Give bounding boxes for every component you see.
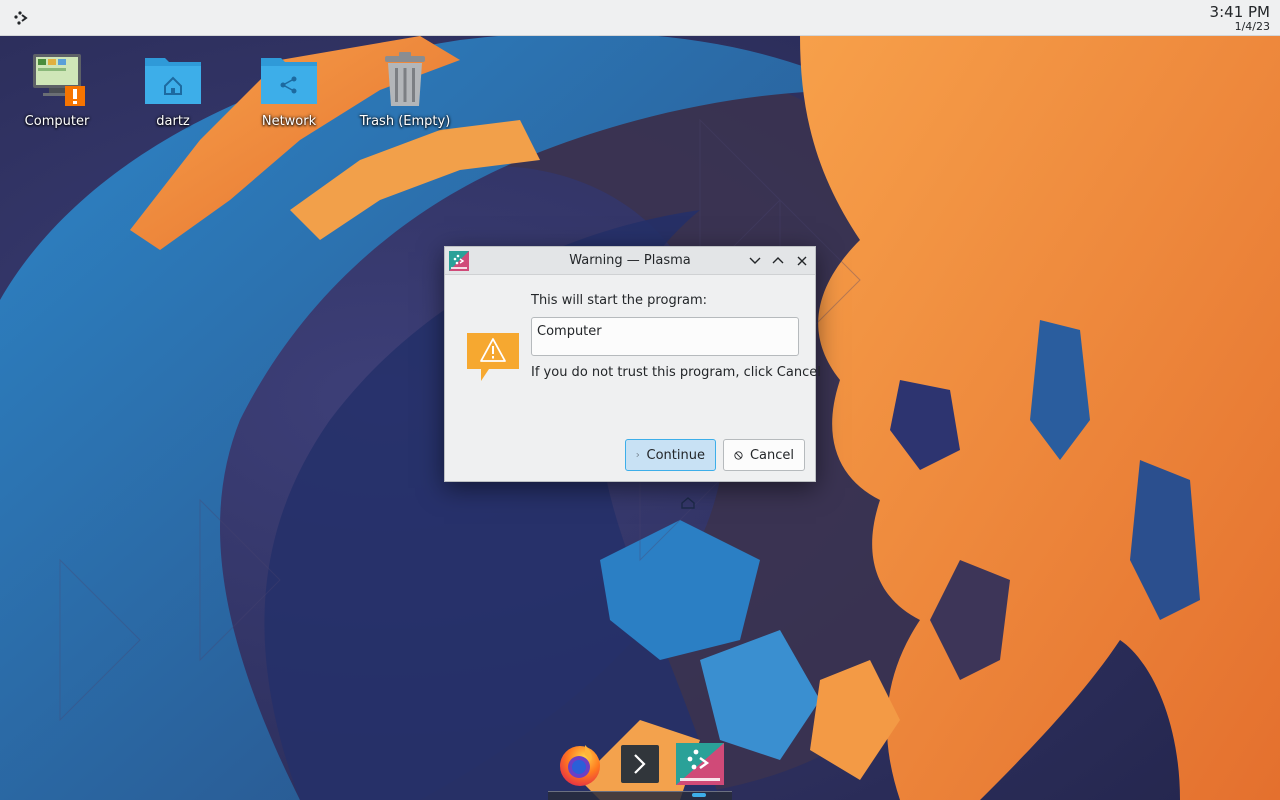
home-folder-icon (141, 48, 205, 112)
desktop-icon-label: Trash (Empty) (359, 114, 451, 129)
desktop-icon-label: Computer (24, 114, 90, 129)
desktop-icon-label: dartz (156, 114, 190, 129)
program-name-field[interactable]: Computer (531, 317, 799, 356)
network-folder-icon (257, 48, 321, 112)
clock-date: 1/4/23 (1234, 20, 1270, 33)
cancel-label: Cancel (749, 447, 794, 463)
dialog-titlebar[interactable]: Warning — Plasma (445, 247, 815, 275)
trash-icon (373, 48, 437, 112)
chevron-up-icon (772, 257, 784, 264)
close-button[interactable] (792, 251, 812, 271)
close-icon (797, 256, 807, 266)
chevron-down-icon (749, 257, 761, 264)
desktop-icon-trash[interactable]: Trash (Empty) (350, 48, 460, 129)
terminal-icon (621, 745, 659, 783)
plasma-launcher-icon[interactable] (8, 5, 34, 31)
active-window-indicator (692, 793, 706, 797)
continue-label: Continue (646, 447, 705, 463)
desktop-icon-network[interactable]: Network (234, 48, 344, 129)
warning-icon (467, 333, 519, 381)
clock-time: 3:41 PM (1209, 3, 1270, 21)
desktop-icon-label: Network (261, 114, 317, 129)
computer-warning-icon (25, 48, 89, 112)
chevron-right-icon (636, 453, 640, 457)
dock-item-terminal[interactable] (616, 740, 664, 788)
desktop-icon-computer[interactable]: Computer (2, 48, 112, 129)
home-icon (681, 497, 695, 509)
minimize-button[interactable] (745, 251, 765, 271)
dock-item-firefox[interactable] (556, 740, 604, 788)
cancel-icon (734, 450, 743, 460)
cancel-button[interactable]: Cancel (723, 439, 805, 471)
maximize-button[interactable] (768, 251, 788, 271)
firefox-icon (560, 745, 600, 786)
dialog-message: This will start the program: (531, 293, 708, 308)
continue-button[interactable]: Continue (625, 439, 716, 471)
plasma-app-icon (676, 743, 724, 785)
desktop-icon-home-folder[interactable]: dartz (118, 48, 228, 129)
warning-dialog: Warning — Plasma This will start the pro… (444, 246, 821, 482)
top-panel: 3:41 PM 1/4/23 (0, 0, 1280, 36)
clock[interactable]: 3:41 PM 1/4/23 (1210, 3, 1270, 33)
trust-warning-text: If you do not trust this program, click … (531, 365, 821, 380)
dock-item-plasma[interactable] (676, 740, 724, 788)
